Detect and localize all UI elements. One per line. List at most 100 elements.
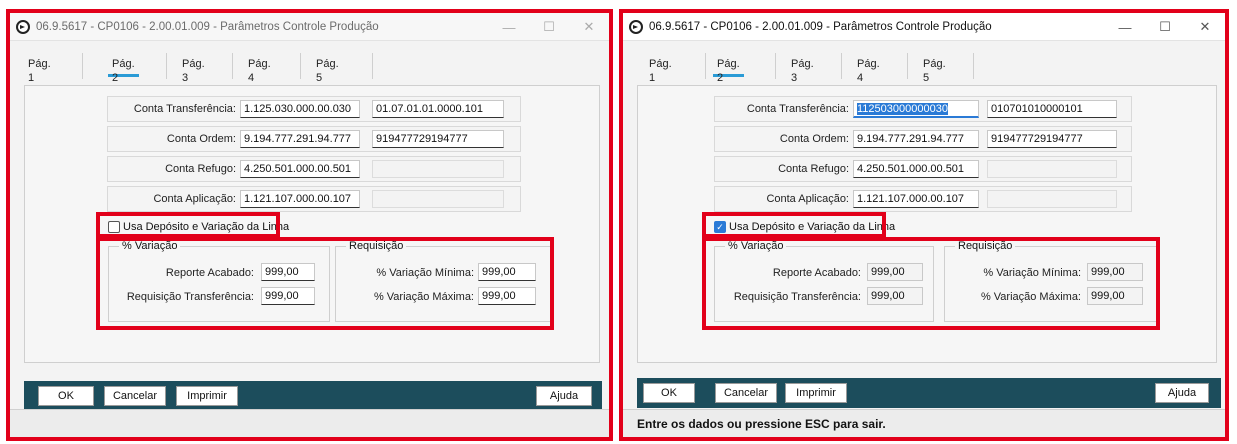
tab-pag-3[interactable]: Pág. 3 — [178, 57, 209, 84]
reporte-acabado-input[interactable]: 999,00 — [867, 263, 923, 281]
selected-text: 112503000000030 — [857, 103, 948, 115]
app-icon — [16, 19, 30, 34]
variacao-minima-label: % Variação Mínima: — [376, 267, 474, 279]
conta-aplicacao-input[interactable]: 1.121.107.000.00.107 — [853, 190, 979, 208]
tab-separator — [973, 53, 974, 79]
button-bar: OK Cancelar Imprimir Ajuda — [637, 378, 1221, 408]
reporte-acabado-input[interactable]: 999,00 — [261, 263, 315, 281]
ok-button[interactable]: OK — [643, 383, 695, 403]
conta-transferencia-input[interactable]: 112503000000030 — [853, 100, 979, 118]
help-button[interactable]: Ajuda — [1155, 383, 1209, 403]
tab-separator — [166, 53, 167, 79]
tab-pag-1[interactable]: Pág. 1 — [645, 57, 676, 84]
content-panel: Conta Transferência: 1.125.030.000.00.03… — [24, 85, 600, 363]
conta-aplicacao-label: Conta Aplicação: — [153, 193, 236, 205]
left-titlebar: 06.9.5617 - CP0106 - 2.00.01.009 - Parâm… — [10, 13, 609, 41]
tab-separator — [907, 53, 908, 79]
conta-refugo-input[interactable]: 4.250.501.000.00.501 — [240, 160, 360, 178]
row-conta-refugo: Conta Refugo: 4.250.501.000.00.501 — [107, 156, 521, 182]
window-title: 06.9.5617 - CP0106 - 2.00.01.009 - Parâm… — [36, 20, 379, 33]
conta-refugo-code-input — [987, 160, 1117, 178]
conta-ordem-input[interactable]: 9.194.777.291.94.777 — [853, 130, 979, 148]
maximize-button[interactable]: ☐ — [529, 13, 569, 41]
right-titlebar: 06.9.5617 - CP0106 - 2.00.01.009 - Parâm… — [623, 13, 1225, 41]
row-conta-aplicacao: Conta Aplicação: 1.121.107.000.00.107 — [714, 186, 1132, 212]
print-button[interactable]: Imprimir — [785, 383, 847, 403]
requisicao-transferencia-label: Requisição Transferência: — [733, 291, 861, 303]
maximize-button[interactable]: ☐ — [1145, 13, 1185, 41]
conta-ordem-input[interactable]: 9.194.777.291.94.777 — [240, 130, 360, 148]
row-conta-ordem: Conta Ordem: 9.194.777.291.94.777 919477… — [107, 126, 521, 152]
tab-pag-5[interactable]: Pág. 5 — [312, 57, 343, 84]
conta-refugo-label: Conta Refugo: — [778, 163, 849, 175]
app-icon — [629, 19, 643, 34]
close-button[interactable]: ✕ — [1185, 13, 1225, 41]
usa-deposito-checkbox[interactable]: Usa Depósito e Variação da Linha — [108, 221, 289, 233]
close-button[interactable]: ✕ — [569, 13, 609, 41]
checkmark-icon[interactable]: ✓ — [714, 221, 726, 233]
right-window: 06.9.5617 - CP0106 - 2.00.01.009 - Parâm… — [622, 12, 1226, 438]
conta-ordem-label: Conta Ordem: — [166, 133, 236, 145]
variacao-minima-input[interactable]: 999,00 — [478, 263, 536, 281]
variacao-minima-input[interactable]: 999,00 — [1087, 263, 1143, 281]
conta-aplicacao-input[interactable]: 1.121.107.000.00.107 — [240, 190, 360, 208]
requisicao-group-title: Requisição — [346, 240, 407, 252]
row-conta-transferencia: Conta Transferência: 112503000000030 010… — [714, 96, 1132, 122]
variacao-group: % Variação Reporte Acabado: 999,00 Requi… — [714, 240, 934, 322]
tab-separator — [372, 53, 373, 79]
requisicao-transferencia-input[interactable]: 999,00 — [867, 287, 923, 305]
checkbox-box[interactable] — [108, 221, 120, 233]
ok-button[interactable]: OK — [38, 386, 94, 406]
conta-refugo-input[interactable]: 4.250.501.000.00.501 — [853, 160, 979, 178]
requisicao-group: Requisição % Variação Mínima: 999,00 % V… — [335, 240, 553, 322]
usa-deposito-label: Usa Depósito e Variação da Linha — [123, 221, 290, 233]
row-conta-transferencia: Conta Transferência: 1.125.030.000.00.03… — [107, 96, 521, 122]
tab-pag-2[interactable]: Pág. 2 — [108, 57, 139, 84]
variacao-maxima-input[interactable]: 999,00 — [478, 287, 536, 305]
conta-aplicacao-code-input — [372, 190, 504, 208]
usa-deposito-checkbox[interactable]: ✓ Usa Depósito e Variação da Linha — [714, 221, 895, 233]
conta-transferencia-label: Conta Transferência: — [746, 103, 849, 115]
tab-pag-2[interactable]: Pág. 2 — [713, 57, 744, 84]
screenshot-stage: 06.9.5617 - CP0106 - 2.00.01.009 - Parâm… — [0, 0, 1237, 444]
minimize-button[interactable]: — — [489, 13, 529, 41]
variacao-group-title: % Variação — [725, 240, 787, 252]
conta-transferencia-input[interactable]: 1.125.030.000.00.030 — [240, 100, 360, 118]
requisicao-transferencia-input[interactable]: 999,00 — [261, 287, 315, 305]
tab-separator — [841, 53, 842, 79]
tab-separator — [232, 53, 233, 79]
variacao-maxima-label: % Variação Máxima: — [980, 291, 1081, 303]
cancel-button[interactable]: Cancelar — [715, 383, 777, 403]
tab-pag-1[interactable]: Pág. 1 — [24, 57, 55, 84]
conta-ordem-label: Conta Ordem: — [779, 133, 849, 145]
conta-transferencia-code-input[interactable]: 010701010000101 — [987, 100, 1117, 118]
minimize-button[interactable]: — — [1105, 13, 1145, 41]
print-button[interactable]: Imprimir — [176, 386, 238, 406]
cancel-button[interactable]: Cancelar — [104, 386, 166, 406]
requisicao-group: Requisição % Variação Mínima: 999,00 % V… — [944, 240, 1160, 322]
conta-transferencia-code-input[interactable]: 01.07.01.01.0000.101 — [372, 100, 504, 118]
requisicao-group-title: Requisição — [955, 240, 1016, 252]
conta-ordem-code-input[interactable]: 919477729194777 — [987, 130, 1117, 148]
tab-separator — [705, 53, 706, 79]
left-window: 06.9.5617 - CP0106 - 2.00.01.009 - Parâm… — [9, 12, 610, 438]
conta-ordem-code-input[interactable]: 919477729194777 — [372, 130, 504, 148]
conta-refugo-label: Conta Refugo: — [165, 163, 236, 175]
variacao-group: % Variação Reporte Acabado: 999,00 Requi… — [108, 240, 330, 322]
tab-pag-5[interactable]: Pág. 5 — [919, 57, 950, 84]
left-status-bar — [10, 409, 609, 437]
tab-pag-4[interactable]: Pág. 4 — [244, 57, 275, 84]
variacao-maxima-input[interactable]: 999,00 — [1087, 287, 1143, 305]
tab-separator — [82, 53, 83, 79]
window-title: 06.9.5617 - CP0106 - 2.00.01.009 - Parâm… — [649, 20, 992, 33]
conta-aplicacao-code-input — [987, 190, 1117, 208]
reporte-acabado-label: Reporte Acabado: — [165, 267, 254, 279]
tab-pag-3[interactable]: Pág. 3 — [787, 57, 818, 84]
row-conta-ordem: Conta Ordem: 9.194.777.291.94.777 919477… — [714, 126, 1132, 152]
variacao-minima-label: % Variação Mínima: — [983, 267, 1081, 279]
variacao-maxima-label: % Variação Máxima: — [373, 291, 474, 303]
conta-transferencia-label: Conta Transferência: — [133, 103, 236, 115]
help-button[interactable]: Ajuda — [536, 386, 592, 406]
conta-refugo-code-input — [372, 160, 504, 178]
tab-pag-4[interactable]: Pág. 4 — [853, 57, 884, 84]
